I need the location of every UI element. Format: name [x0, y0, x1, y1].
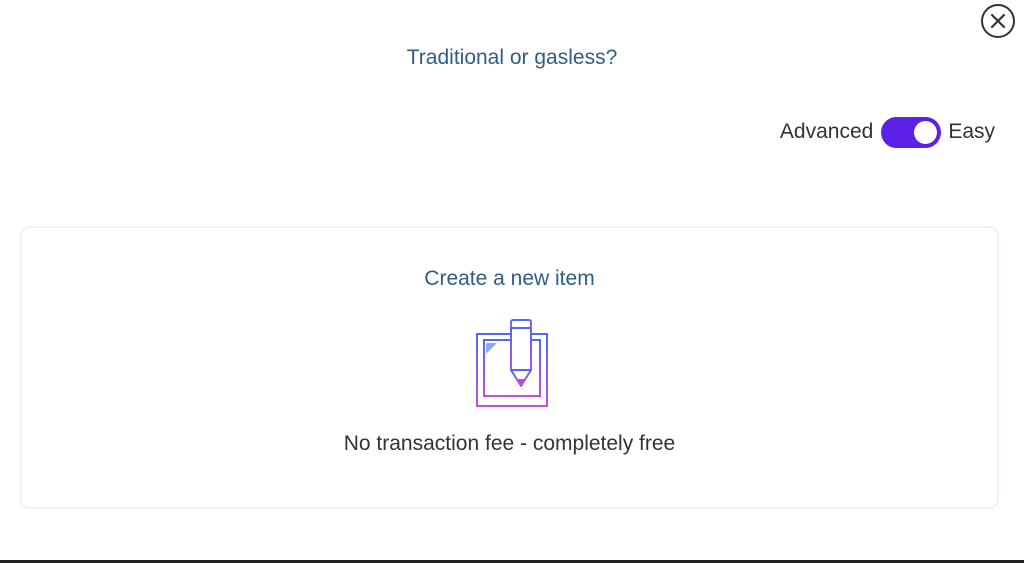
easy-mode-label[interactable]: Easy: [948, 120, 995, 144]
mode-switch: Advanced Easy: [780, 116, 995, 148]
card-description: No transaction fee - completely free: [343, 432, 676, 455]
create-new-item-card[interactable]: Create a new item No transaction fee - c…: [20, 226, 999, 509]
advanced-easy-toggle[interactable]: [881, 116, 942, 148]
card-title: Create a new item: [424, 267, 595, 290]
edit-document-icon: [475, 314, 549, 410]
create-item-modal: Traditional or gasless? Advanced Easy Cr…: [0, 0, 1024, 563]
advanced-mode-label[interactable]: Advanced: [780, 120, 873, 144]
toggle-knob: [914, 120, 938, 144]
close-button[interactable]: [980, 3, 1016, 39]
modal-title: Traditional or gasless?: [406, 46, 618, 69]
close-circle-icon: [981, 4, 1015, 38]
